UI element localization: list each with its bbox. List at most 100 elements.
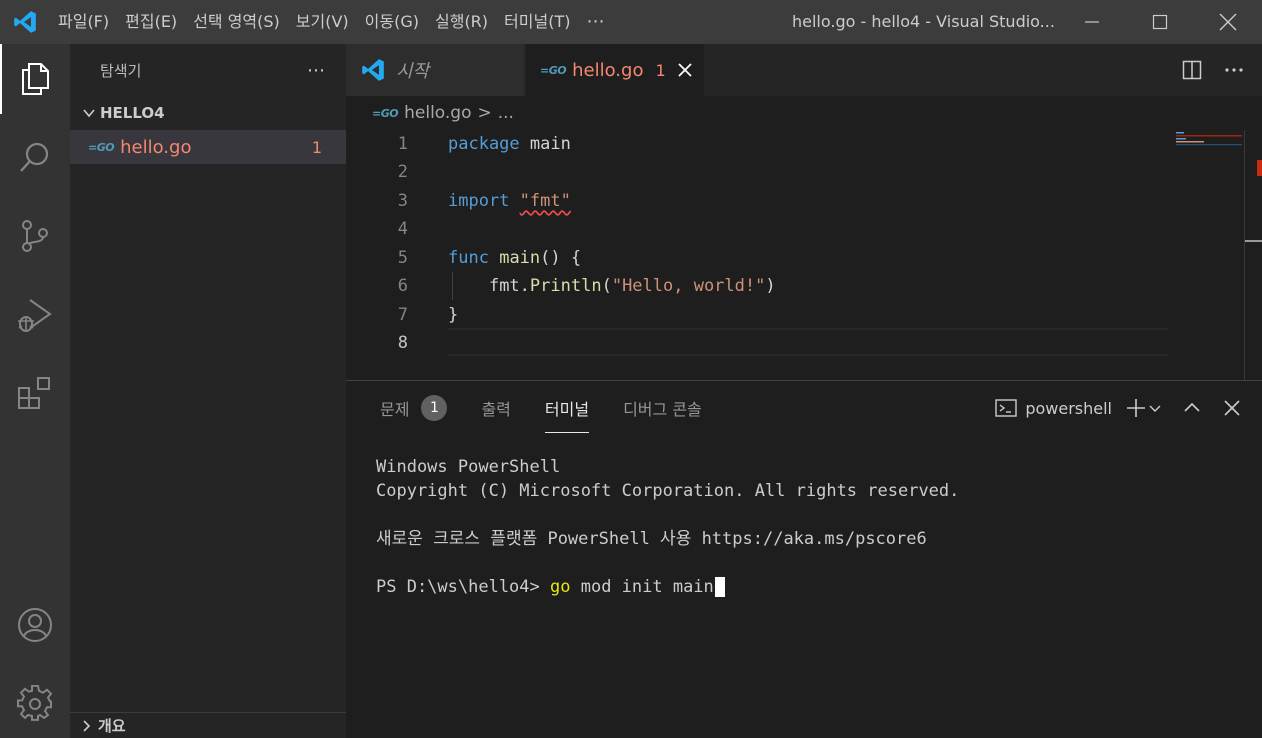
activity-extensions[interactable] [0, 358, 70, 428]
line-number: 6 [397, 276, 408, 296]
function-token: Println [529, 276, 602, 296]
menu-more[interactable]: ⋯ [578, 0, 613, 44]
go-file-icon: =GO [540, 63, 567, 77]
breadcrumb-separator: > [477, 103, 492, 123]
files-icon [22, 63, 49, 95]
menu-view[interactable]: 보기(V) [288, 0, 357, 44]
outline-label: 개요 [98, 717, 126, 735]
chevron-right-icon [83, 719, 91, 732]
outline-section[interactable]: 개요 [70, 712, 346, 738]
terminal-selector[interactable]: powershell [995, 398, 1112, 418]
panel-actions: powershell [995, 381, 1242, 435]
maximize-panel-icon[interactable] [1182, 398, 1202, 418]
window-title: hello.go - hello4 - Visual Studio... [792, 12, 1055, 31]
error-string-token: "fmt" [519, 191, 571, 211]
menu-edit[interactable]: 편집(E) [117, 0, 185, 44]
activity-run-debug[interactable] [0, 280, 70, 350]
error-marker [1257, 160, 1262, 176]
title-bar: 파일(F) 편집(E) 선택 영역(S) 보기(V) 이동(G) 실행(R) 터… [0, 0, 1262, 44]
menu-selection[interactable]: 선택 영역(S) [185, 0, 288, 44]
code-editor[interactable]: 1 package main 2 3 import "fmt" 4 5 func… [346, 130, 1262, 380]
file-label: hello.go [120, 136, 192, 158]
identifier-token: main [529, 134, 571, 154]
activity-manage[interactable] [0, 668, 70, 738]
sidebar-more-button[interactable]: ⋯ [307, 60, 326, 81]
shell-label: powershell [1025, 398, 1112, 418]
line-number: 8 [397, 333, 408, 353]
terminal-cursor [714, 577, 725, 597]
file-item-hello-go[interactable]: =GO hello.go 1 [70, 130, 346, 164]
code-line: 8 [346, 329, 1168, 357]
vscode-logo-icon [0, 0, 50, 44]
tab-label: 터미널 [544, 400, 590, 419]
line-number: 5 [397, 248, 408, 268]
code-line: 5 func main() { [346, 244, 1168, 272]
terminal-icon [995, 399, 1018, 417]
tab-output[interactable]: 출력 [481, 381, 510, 435]
punctuation-token: () { [540, 248, 582, 268]
run-debug-icon [18, 299, 52, 332]
menu-file[interactable]: 파일(F) [50, 0, 117, 44]
punctuation-token: } [448, 305, 459, 325]
activity-search[interactable] [0, 122, 70, 192]
punctuation-token: ( [601, 276, 612, 296]
string-token: "Hello, world!" [611, 276, 766, 296]
prompt: PS D:\ws\hello4> [376, 577, 550, 597]
terminal-prompt-line: PS D:\ws\hello4> go mod init main [376, 575, 959, 599]
code-line: 3 import "fmt" [346, 187, 1168, 215]
folder-label: HELLO4 [100, 104, 165, 122]
tab-hello-go[interactable]: =GO hello.go 1 [526, 44, 704, 96]
extensions-icon [18, 377, 50, 409]
tab-debug-console[interactable]: 디버그 콘솔 [623, 381, 702, 435]
keyword-token: import [448, 191, 510, 211]
line-number: 3 [397, 191, 408, 211]
tab-label: 디버그 콘솔 [623, 400, 702, 419]
activity-bar [0, 44, 70, 738]
bottom-panel: 문제 1 출력 터미널 디버그 콘솔 powershell Windows Po… [346, 380, 1262, 738]
terminal-output[interactable]: Windows PowerShell Copyright (C) Microso… [376, 455, 959, 599]
breadcrumb: =GO hello.go > ... [346, 96, 1262, 130]
command-args: mod init main [570, 577, 714, 597]
window-controls [1058, 0, 1262, 44]
breadcrumb-symbols[interactable]: ... [498, 103, 514, 123]
new-terminal-icon[interactable] [1126, 398, 1162, 418]
maximize-icon [1152, 14, 1168, 30]
minimap[interactable] [1174, 130, 1244, 380]
close-tab-icon[interactable] [678, 63, 692, 77]
menu-terminal[interactable]: 터미널(T) [496, 0, 578, 44]
activity-accounts[interactable] [0, 590, 70, 660]
minimize-button[interactable] [1058, 0, 1126, 44]
function-token: main [499, 248, 541, 268]
split-editor-icon[interactable] [1182, 60, 1202, 80]
menu-run[interactable]: 실행(R) [427, 0, 496, 44]
go-file-icon: =GO [372, 106, 399, 120]
command-name: go [550, 577, 571, 597]
tab-label: hello.go [572, 59, 644, 81]
folder-hello4[interactable]: HELLO4 [70, 96, 346, 130]
tab-welcome[interactable]: 시작 [346, 44, 524, 96]
breadcrumb-file[interactable]: hello.go [404, 103, 471, 123]
chevron-down-icon [78, 106, 100, 120]
tab-problem-badge: 1 [655, 60, 666, 80]
tab-problems[interactable]: 문제 1 [380, 381, 448, 435]
code-line: 1 package main [346, 130, 1168, 158]
panel-tabs: 문제 1 출력 터미널 디버그 콘솔 [346, 381, 736, 435]
tab-terminal[interactable]: 터미널 [544, 381, 590, 435]
close-panel-icon[interactable] [1222, 398, 1242, 418]
terminal-line: 새로운 크로스 플랫폼 PowerShell 사용 https://aka.ms… [376, 529, 927, 549]
punctuation-token: ) [765, 276, 776, 296]
tab-label: 출력 [481, 400, 511, 419]
close-icon [1219, 13, 1237, 31]
editor-scrollbar[interactable] [1244, 130, 1262, 380]
close-window-button[interactable] [1194, 0, 1262, 44]
menu-go[interactable]: 이동(G) [357, 0, 427, 44]
activity-explorer[interactable] [0, 44, 70, 114]
activity-source-control[interactable] [0, 201, 70, 271]
maximize-button[interactable] [1126, 0, 1194, 44]
sidebar-header: 탐색기 ⋯ [70, 44, 346, 96]
terminal-line: Windows PowerShell [376, 457, 561, 477]
more-actions-icon[interactable] [1224, 60, 1244, 80]
editor-actions [1182, 44, 1244, 96]
